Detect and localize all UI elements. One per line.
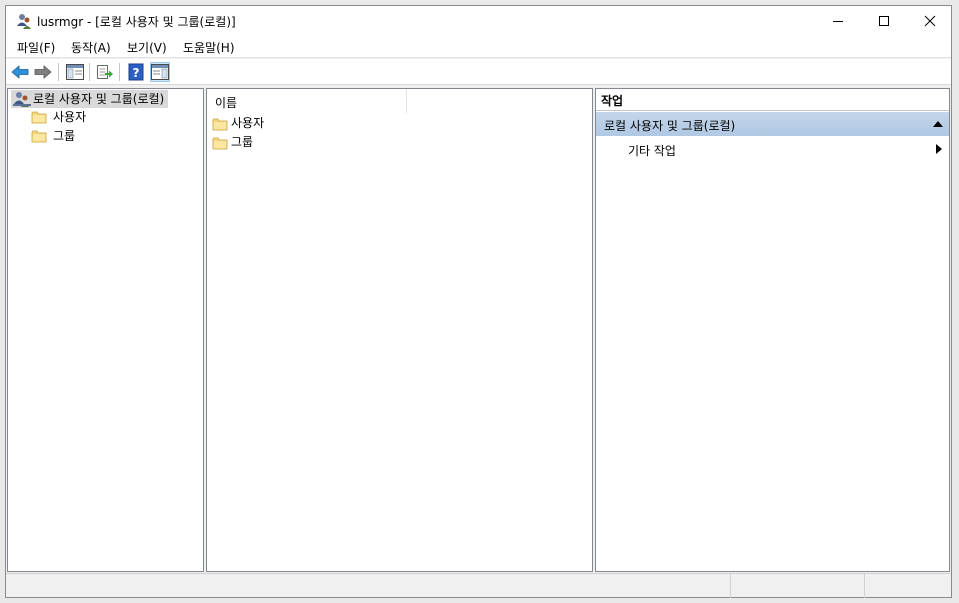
list-item-label: 그룹 <box>231 135 254 149</box>
help-icon[interactable]: ? <box>126 62 146 82</box>
menu-action[interactable]: 동작(A) <box>71 39 111 56</box>
export-list-icon[interactable] <box>95 62 115 82</box>
list-item-groups[interactable]: 그룹 <box>212 133 253 152</box>
forward-icon[interactable] <box>33 62 53 82</box>
folder-icon <box>212 136 228 156</box>
back-icon[interactable] <box>10 62 30 82</box>
users-groups-app-icon <box>15 12 33 30</box>
toolbar-separator <box>58 63 59 81</box>
list-item-users[interactable]: 사용자 <box>212 114 264 133</box>
column-header-label: 이름 <box>215 96 238 110</box>
results-list-pane[interactable]: 이름 사용자 그룹 <box>206 88 593 572</box>
toolbar-separator <box>119 63 120 81</box>
action-pane-header: 작업 <box>596 89 949 111</box>
submenu-arrow-icon <box>936 144 942 154</box>
tree-item-groups[interactable]: 그룹 <box>31 127 75 145</box>
collapse-up-icon[interactable] <box>933 121 943 127</box>
status-bar <box>6 573 951 598</box>
menu-view[interactable]: 보기(V) <box>127 39 167 56</box>
toolbar: ? <box>6 59 951 85</box>
action-pane-title: 작업 <box>601 94 624 108</box>
tree-root-label: 로컬 사용자 및 그룹(로컬) <box>33 92 165 106</box>
users-groups-icon <box>13 91 31 112</box>
menu-help[interactable]: 도움말(H) <box>183 39 235 56</box>
svg-text:?: ? <box>133 66 140 80</box>
tree-item-label: 사용자 <box>53 110 87 124</box>
status-cell <box>864 574 951 598</box>
menu-bar: 파일(F) 동작(A) 보기(V) 도움말(H) <box>6 36 951 58</box>
maximize-button[interactable] <box>861 6 907 36</box>
show-hide-action-pane-icon[interactable] <box>150 62 170 82</box>
window-title: lusrmgr - [로컬 사용자 및 그룹(로컬)] <box>37 15 236 29</box>
folder-icon <box>31 129 47 148</box>
toolbar-separator <box>89 63 90 81</box>
menu-file[interactable]: 파일(F) <box>17 39 55 56</box>
tree-item-users[interactable]: 사용자 <box>31 108 86 126</box>
action-section-label: 로컬 사용자 및 그룹(로컬) <box>604 119 736 133</box>
minimize-button[interactable] <box>815 6 861 36</box>
close-button[interactable] <box>907 6 953 36</box>
mmc-window: lusrmgr - [로컬 사용자 및 그룹(로컬)] 파일(F) 동작(A) … <box>5 5 952 598</box>
column-header-name[interactable]: 이름 <box>207 89 407 113</box>
more-actions-label: 기타 작업 <box>628 144 676 158</box>
tree-item-label: 그룹 <box>53 129 76 143</box>
title-bar[interactable]: lusrmgr - [로컬 사용자 및 그룹(로컬)] <box>6 6 951 36</box>
status-cell <box>730 574 864 598</box>
tree-root-item[interactable]: 로컬 사용자 및 그룹(로컬) <box>11 90 169 108</box>
action-pane: 작업 로컬 사용자 및 그룹(로컬) 기타 작업 <box>595 88 950 572</box>
show-hide-console-tree-icon[interactable] <box>65 62 85 82</box>
more-actions-item[interactable]: 기타 작업 <box>596 138 949 160</box>
action-section-header[interactable]: 로컬 사용자 및 그룹(로컬) <box>596 112 949 136</box>
console-tree-pane[interactable]: 로컬 사용자 및 그룹(로컬) 사용자 그룹 <box>7 88 204 572</box>
list-item-label: 사용자 <box>231 116 265 130</box>
